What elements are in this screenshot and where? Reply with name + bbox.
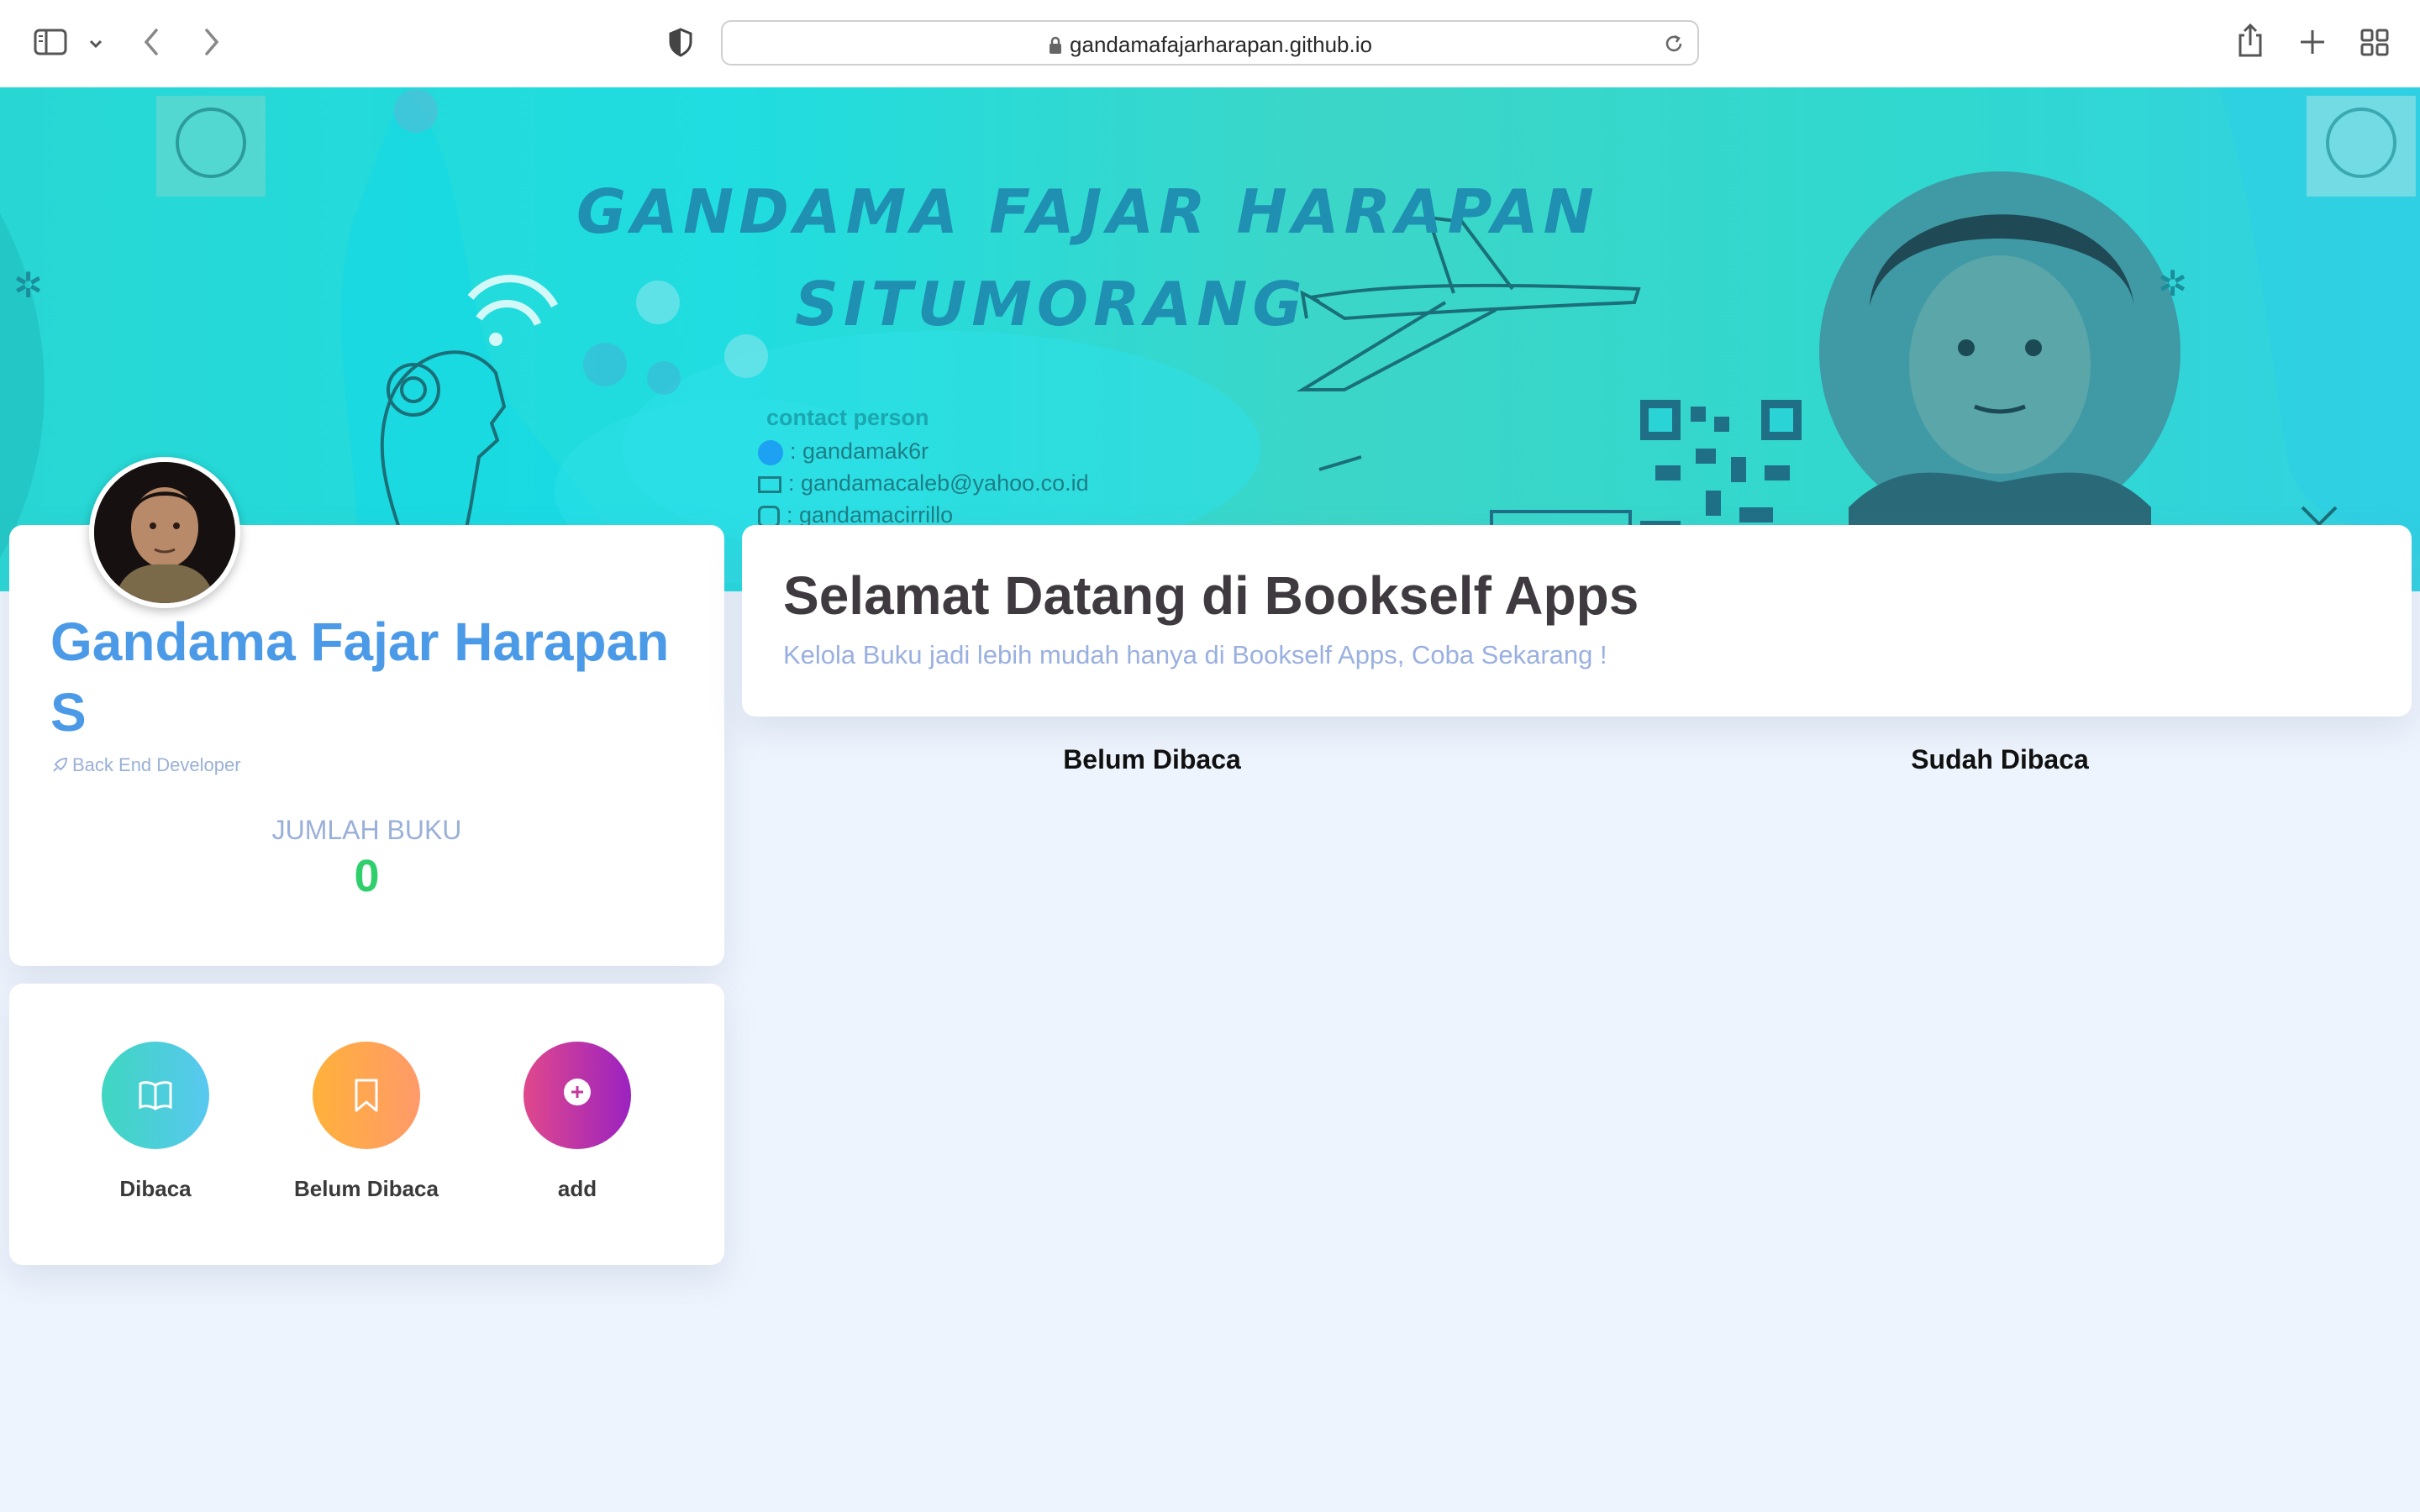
welcome-subtitle: Kelola Buku jadi lebih mudah hanya di Bo…: [783, 640, 1607, 669]
banner-contact-email: : gandamacaleb@yahoo.co.id: [758, 470, 1089, 496]
belum-dibaca-label[interactable]: Belum Dibaca: [266, 1176, 467, 1202]
banner-contact-twitter: : gandamak6r: [758, 438, 929, 465]
read-shelf-list: [1588, 798, 2412, 1470]
banner-contact-heading: contact person: [766, 405, 929, 430]
sidebar-toggle-icon[interactable]: [34, 27, 71, 57]
avatar: [89, 457, 240, 608]
url-text: gandamafajarharapan.github.io: [723, 32, 1697, 58]
book-open-icon: [139, 1081, 172, 1110]
profile-role-text: Back End Developer: [72, 754, 241, 775]
contact-email-text: : gandamacaleb@yahoo.co.id: [788, 470, 1089, 496]
bookmark-icon: [355, 1079, 378, 1112]
chevron-down-icon[interactable]: [87, 35, 104, 52]
read-shelf-heading: Sudah Dibaca: [1911, 744, 2089, 774]
twitter-icon: [758, 439, 783, 465]
welcome-title: Selamat Datang di Bookself Apps: [783, 565, 1639, 626]
unread-shelf-list: [742, 798, 1565, 1470]
add-label[interactable]: add: [476, 1176, 678, 1202]
dibaca-button[interactable]: [102, 1042, 209, 1149]
share-icon[interactable]: [2235, 22, 2265, 59]
banner-title-line1: GANDAMA FAJAR HARAPAN: [576, 176, 1599, 247]
profile-name: Gandama Fajar Harapan S: [50, 612, 670, 743]
banner-title-line2: SITUMORANG: [795, 269, 1307, 339]
instagram-icon: [758, 505, 780, 528]
profile-banner: ✲ ✲ GANDAMA FAJAR HARAPAN SITUMORANG con…: [0, 87, 2420, 591]
svg-text:✲: ✲: [2158, 263, 2187, 304]
tab-overview-icon[interactable]: [2360, 27, 2390, 57]
dibaca-label[interactable]: Dibaca: [55, 1176, 256, 1202]
reload-icon[interactable]: [1662, 32, 1686, 55]
book-count-label: JUMLAH BUKU: [271, 815, 462, 845]
book-count-value: 0: [354, 851, 380, 901]
new-tab-icon[interactable]: [2297, 27, 2328, 57]
browser-toolbar: gandamafajarharapan.github.io: [0, 0, 2420, 89]
profile-role: Back End Developer: [50, 754, 241, 776]
address-bar[interactable]: gandamafajarharapan.github.io: [721, 20, 1699, 66]
lock-icon: [1050, 36, 1062, 54]
rocket-icon: [53, 757, 68, 772]
svg-text:✲: ✲: [13, 265, 43, 306]
url-value: gandamafajarharapan.github.io: [1070, 32, 1372, 57]
privacy-shield-icon[interactable]: [667, 27, 694, 57]
avatar-photo: [94, 462, 235, 603]
belum-dibaca-button[interactable]: [313, 1042, 420, 1149]
forward-icon[interactable]: [198, 27, 224, 57]
plus-circle-icon: [564, 1079, 591, 1105]
banner-illustration: ✲ ✲: [0, 87, 2420, 591]
contact-twitter-text: : gandamak6r: [790, 438, 929, 464]
unread-shelf-heading: Belum Dibaca: [1063, 744, 1241, 774]
contact-instagram-text: : gandamacirrillo: [786, 502, 954, 528]
add-button[interactable]: [523, 1042, 631, 1149]
back-icon[interactable]: [139, 27, 165, 57]
mail-icon: [758, 475, 781, 493]
